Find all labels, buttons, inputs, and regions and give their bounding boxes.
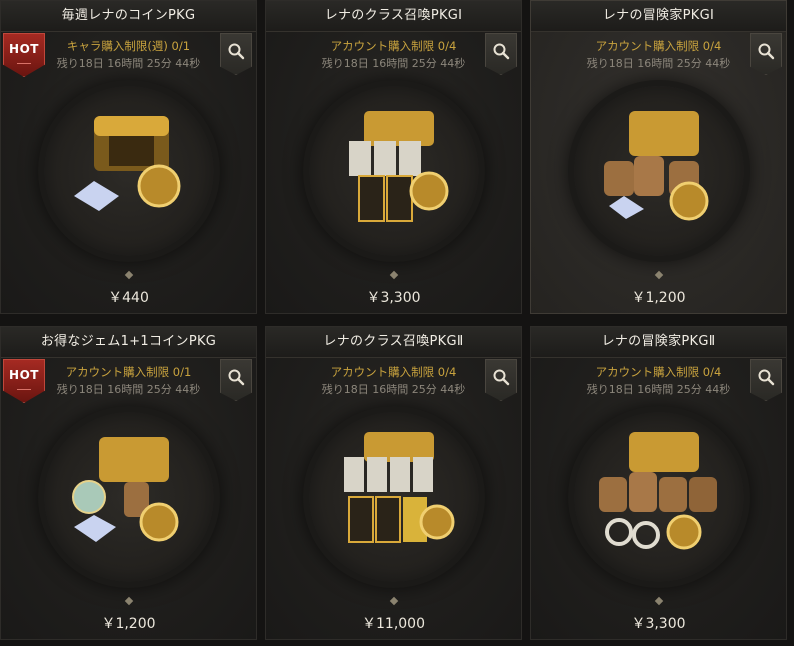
divider-diamond [654,596,663,606]
purchase-limit: アカウント購入制限 0/4 [330,39,457,53]
package-title: レナのクラス召喚PKGⅡ [266,327,521,358]
package-image [343,432,454,543]
time-remaining: 残り18日 16時間 25分 44秒 [56,383,201,396]
price-label: ￥1,200 [101,616,156,632]
package-image [603,111,708,221]
divider-diamond [124,270,133,280]
price-label: ￥3,300 [366,290,421,306]
time-remaining: 残り18日 16時間 25分 44秒 [586,57,731,70]
time-remaining: 残り18日 16時間 25分 44秒 [56,57,201,70]
package-image [71,437,178,542]
package-image [73,116,180,211]
time-remaining: 残り18日 16時間 25分 44秒 [321,57,466,70]
package-title: お得なジェム1+1コインPKG [1,327,256,358]
purchase-limit: アカウント購入制限 0/4 [330,365,457,379]
package-title: レナの冒険家PKGⅡ [531,327,786,358]
package-grid: 毎週レナのコインPKG HOT キャラ購入制限(週) 0/1 残り18日 16時… [0,0,794,646]
price-label: ￥3,300 [631,616,686,632]
divider-diamond [654,270,663,280]
package-card-adventurer-2[interactable]: レナの冒険家PKGⅡ アカウント購入制限 0/4 残り18日 16時間 25分 … [530,326,787,640]
divider-diamond [389,270,398,280]
price-label: ￥11,000 [362,616,425,632]
package-card-class-summon-2[interactable]: レナのクラス召喚PKGⅡ アカウント購入制限 0/4 残り18日 16時間 25… [265,326,522,640]
package-card-gem-coin[interactable]: お得なジェム1+1コインPKG HOT アカウント購入制限 0/1 残り18日 … [0,326,257,640]
purchase-limit: アカウント購入制限 0/4 [595,39,722,53]
package-title: レナの冒険家PKGⅠ [531,1,786,32]
price-label: ￥440 [108,290,149,306]
package-title: レナのクラス召喚PKGⅠ [266,1,521,32]
time-remaining: 残り18日 16時間 25分 44秒 [586,383,731,396]
time-remaining: 残り18日 16時間 25分 44秒 [321,383,466,396]
package-card-weekly-coin[interactable]: 毎週レナのコインPKG HOT キャラ購入制限(週) 0/1 残り18日 16時… [0,0,257,314]
package-image [348,111,448,222]
price-label: ￥1,200 [631,290,686,306]
purchase-limit: キャラ購入制限(週) 0/1 [66,39,191,53]
package-image [598,432,717,550]
package-title: 毎週レナのコインPKG [1,1,256,32]
purchase-limit: アカウント購入制限 0/1 [65,365,192,379]
divider-diamond [124,596,133,606]
package-card-class-summon-1[interactable]: レナのクラス召喚PKGⅠ アカウント購入制限 0/4 残り18日 16時間 25… [265,0,522,314]
package-card-adventurer-1[interactable]: レナの冒険家PKGⅠ アカウント購入制限 0/4 残り18日 16時間 25分 … [530,0,787,314]
purchase-limit: アカウント購入制限 0/4 [595,365,722,379]
divider-diamond [389,596,398,606]
